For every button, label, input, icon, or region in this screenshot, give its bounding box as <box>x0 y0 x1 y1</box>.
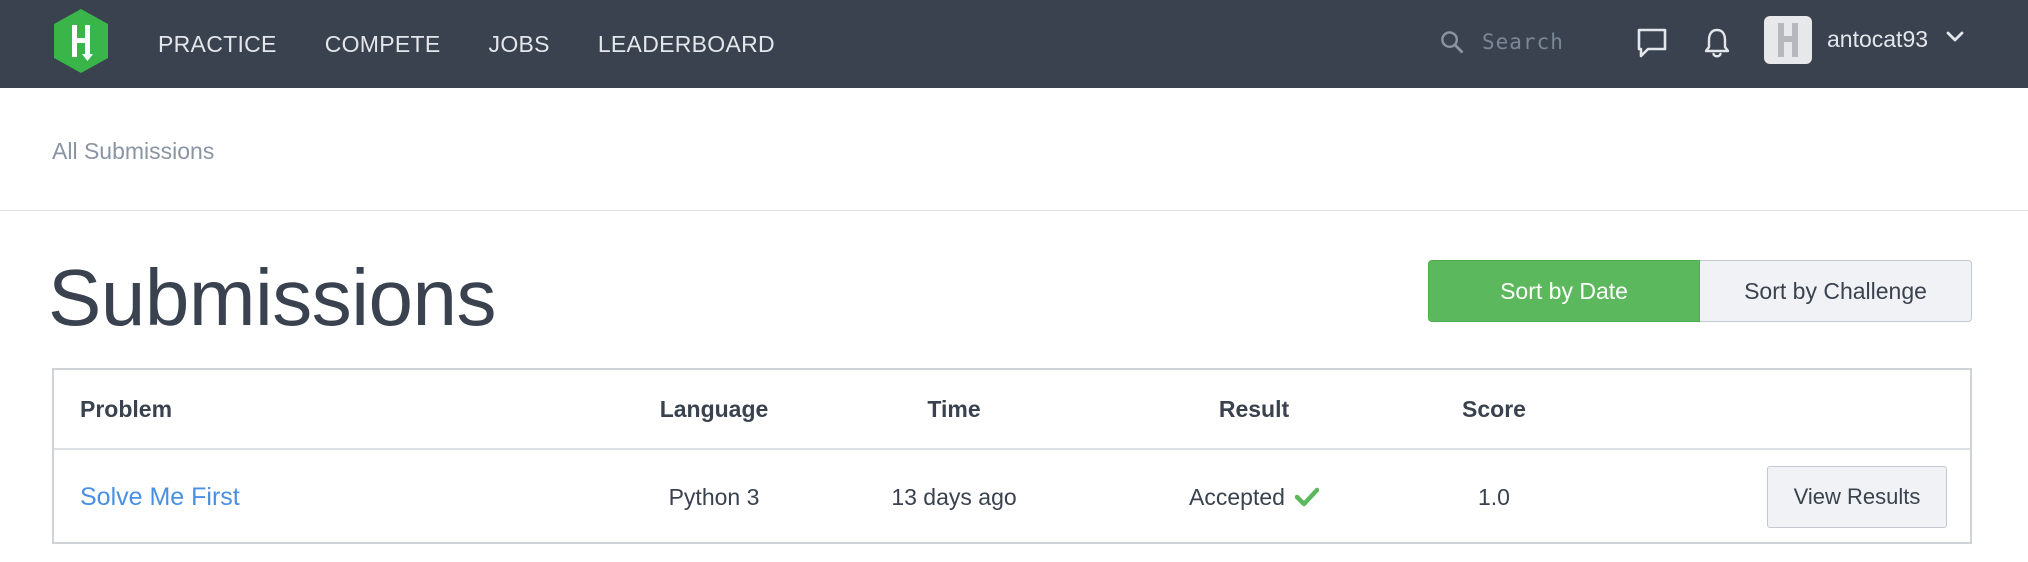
checkmark-icon <box>1294 487 1319 507</box>
column-header-problem: Problem <box>80 395 173 422</box>
nav-jobs[interactable]: JOBS <box>489 0 550 88</box>
search-icon <box>1441 31 1463 53</box>
main-nav: PRACTICE COMPETE JOBS LEADERBOARD <box>158 0 823 88</box>
avatar-h-icon <box>1778 23 1798 57</box>
chevron-down-icon[interactable] <box>1946 28 1964 46</box>
table-row: Solve Me First Python 3 13 days ago Acce… <box>54 450 1970 544</box>
sort-by-date-button[interactable]: Sort by Date <box>1428 260 1700 322</box>
search-box[interactable] <box>1440 20 1600 64</box>
view-results-button[interactable]: View Results <box>1767 466 1947 528</box>
page-title: Submissions <box>48 253 497 342</box>
hackerrank-logo-icon[interactable] <box>52 9 110 73</box>
avatar[interactable] <box>1764 16 1812 64</box>
breadcrumb[interactable]: All Submissions <box>52 138 214 165</box>
username[interactable]: antocat93 <box>1827 0 1928 78</box>
top-navbar: PRACTICE COMPETE JOBS LEADERBOARD antoca… <box>0 0 2028 88</box>
submissions-table: Problem Language Time Result Score Solve… <box>52 368 1972 544</box>
score-cell: 1.0 <box>1478 483 1510 510</box>
nav-compete[interactable]: COMPETE <box>325 0 441 88</box>
nav-practice[interactable]: PRACTICE <box>158 0 277 88</box>
column-header-score: Score <box>1462 395 1526 422</box>
nav-leaderboard[interactable]: LEADERBOARD <box>598 0 775 88</box>
problem-link[interactable]: Solve Me First <box>80 483 240 512</box>
result-label: Accepted <box>1189 483 1285 510</box>
sort-toggle: Sort by Date Sort by Challenge <box>1428 260 1972 322</box>
column-header-time: Time <box>927 395 981 422</box>
table-header: Problem Language Time Result Score <box>54 370 1970 450</box>
problem-cell: Solve Me First <box>80 450 240 544</box>
chat-icon[interactable] <box>1636 26 1668 60</box>
breadcrumb-bar: All Submissions <box>0 88 2028 211</box>
sort-by-challenge-button[interactable]: Sort by Challenge <box>1700 260 1972 322</box>
time-cell: 13 days ago <box>891 483 1017 510</box>
search-input[interactable] <box>1480 29 1600 55</box>
bell-icon[interactable] <box>1701 26 1733 60</box>
